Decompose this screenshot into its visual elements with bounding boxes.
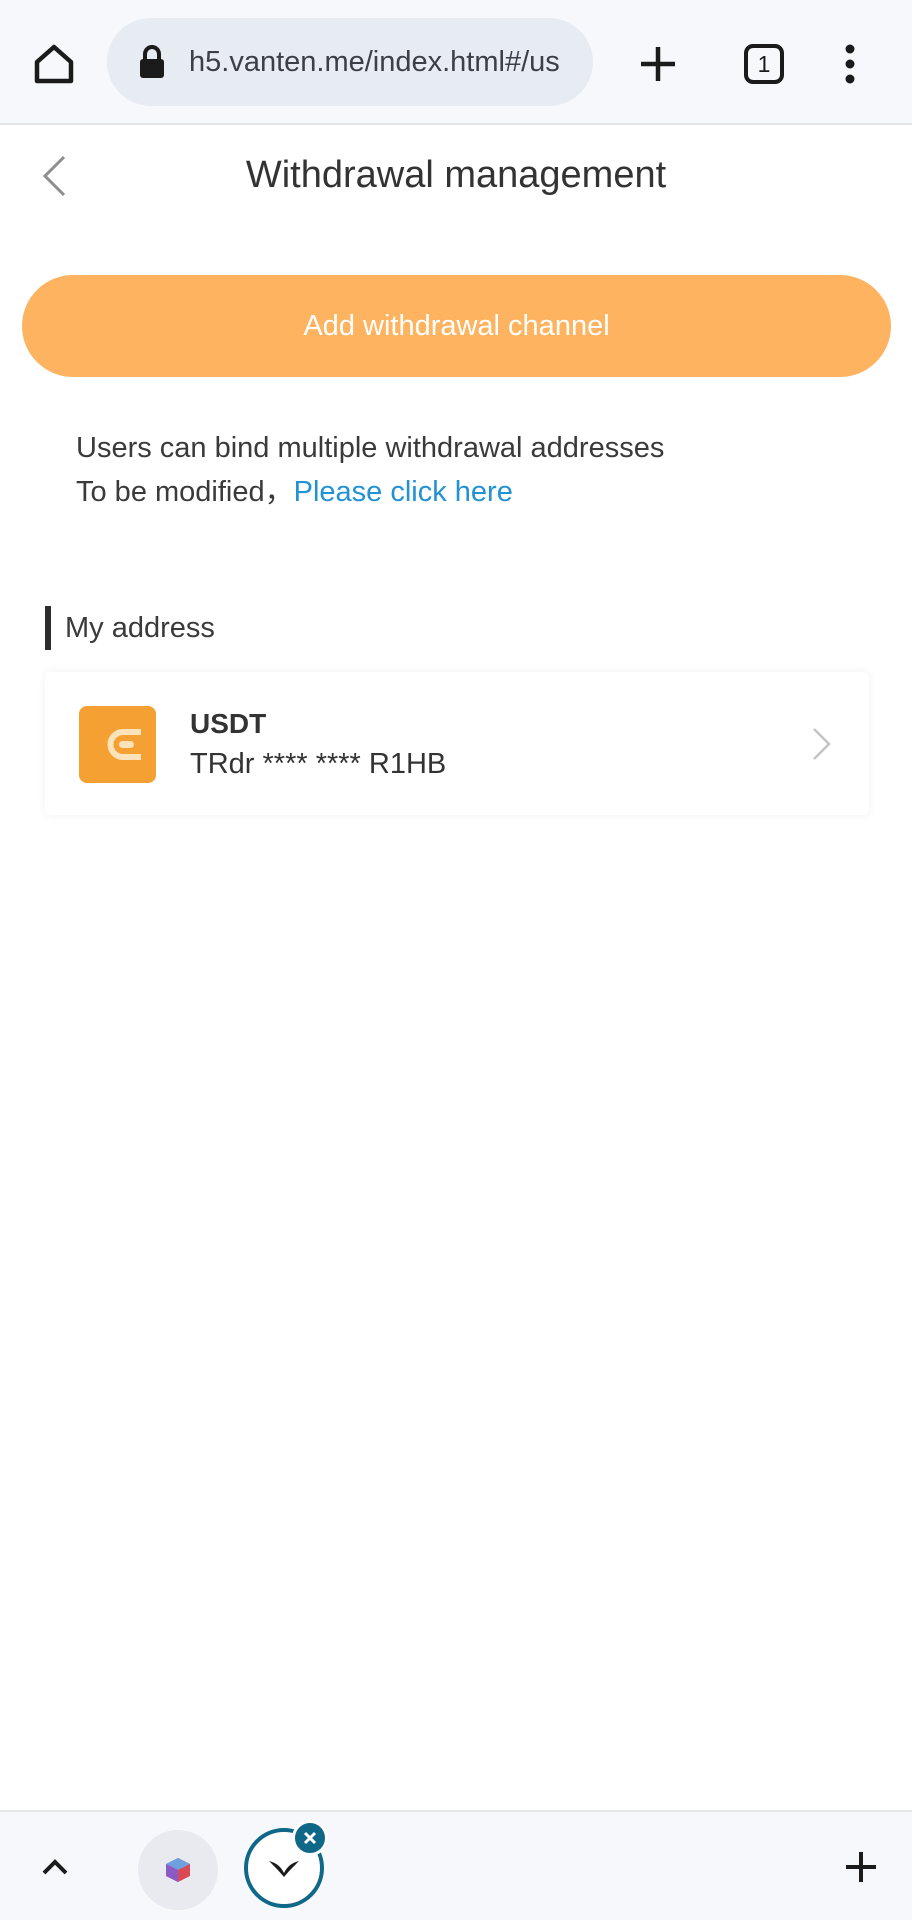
close-icon bbox=[303, 1831, 317, 1845]
tab-count-badge: 1 bbox=[744, 44, 784, 84]
chevron-right-icon bbox=[813, 728, 831, 760]
tab-count: 1 bbox=[757, 50, 771, 77]
modify-hint-prefix: To be modified， bbox=[76, 476, 294, 508]
plus-icon bbox=[641, 47, 675, 81]
modify-hint: To be modified，Please click here bbox=[76, 472, 513, 512]
chevron-up-icon bbox=[42, 1859, 68, 1875]
close-tab-button[interactable] bbox=[292, 1820, 328, 1856]
tab-thumbnail[interactable] bbox=[138, 1830, 218, 1910]
address-bar[interactable]: h5.vanten.me/index.html#/us bbox=[107, 18, 593, 106]
wallet-icon bbox=[79, 706, 156, 783]
url-text: h5.vanten.me/index.html#/us bbox=[189, 45, 560, 78]
add-withdrawal-channel-button[interactable]: Add withdrawal channel bbox=[22, 275, 891, 377]
section-marker bbox=[45, 606, 51, 650]
home-button[interactable] bbox=[26, 36, 82, 92]
tab-switcher-button[interactable]: 1 bbox=[736, 36, 792, 92]
browser-toolbar: h5.vanten.me/index.html#/us 1 bbox=[0, 0, 912, 125]
section-header: My address bbox=[45, 606, 215, 650]
app-favicon-icon bbox=[166, 1858, 190, 1882]
more-vertical-icon bbox=[845, 44, 855, 84]
home-icon bbox=[34, 44, 74, 84]
coin-name: USDT bbox=[190, 708, 267, 739]
click-here-link[interactable]: Please click here bbox=[294, 476, 513, 508]
add-tab-button[interactable] bbox=[834, 1840, 888, 1894]
section-title: My address bbox=[65, 611, 215, 644]
masked-address: TRdr **** **** R1HB bbox=[190, 748, 447, 780]
browser-menu-button[interactable] bbox=[822, 36, 878, 92]
browser-bottom-bar bbox=[0, 1810, 912, 1920]
plus-icon bbox=[846, 1852, 876, 1882]
address-item[interactable]: USDT TRdr **** **** R1HB bbox=[45, 672, 869, 815]
new-tab-button[interactable] bbox=[630, 36, 686, 92]
lock-icon bbox=[140, 45, 164, 78]
page-title: Withdrawal management bbox=[245, 154, 667, 196]
info-text: Users can bind multiple withdrawal addre… bbox=[76, 432, 665, 464]
bird-logo-icon bbox=[269, 1861, 299, 1877]
expand-tabs-button[interactable] bbox=[30, 1842, 80, 1892]
